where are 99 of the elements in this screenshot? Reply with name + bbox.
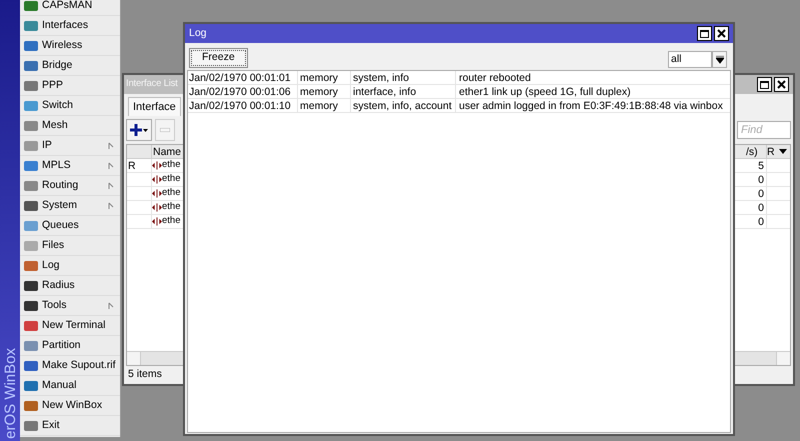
plus-icon bbox=[130, 124, 148, 136]
menu-icon bbox=[23, 138, 39, 152]
menu-item[interactable]: New WinBox bbox=[20, 396, 120, 416]
menu-item[interactable]: Log bbox=[20, 256, 120, 276]
message-cell-text: ether1 link up (speed 1G, full duplex) bbox=[458, 85, 632, 98]
menu-icon bbox=[23, 178, 39, 192]
name-cell-text: ethe bbox=[162, 214, 180, 228]
ethernet-icon bbox=[152, 217, 162, 226]
submenu-arrow-icon bbox=[108, 142, 114, 150]
menu-item[interactable]: Manual bbox=[20, 376, 120, 396]
menu-item[interactable]: Partition bbox=[20, 336, 120, 356]
maximize-button[interactable] bbox=[757, 77, 772, 92]
close-button[interactable] bbox=[774, 77, 789, 92]
scrollbar-left-part[interactable] bbox=[127, 352, 183, 365]
menu-item[interactable]: PPP bbox=[20, 76, 120, 96]
menu-icon bbox=[23, 318, 39, 332]
caret-icon bbox=[779, 149, 787, 154]
ethernet-icon bbox=[152, 189, 162, 198]
menu-item[interactable]: Tools bbox=[20, 296, 120, 316]
ethernet-icon bbox=[152, 203, 162, 212]
menu-icon bbox=[23, 58, 39, 72]
close-icon bbox=[717, 29, 726, 38]
name-cell-text: ethe bbox=[162, 158, 180, 172]
menu-item[interactable]: Queues bbox=[20, 216, 120, 236]
menu-icon bbox=[23, 78, 39, 92]
ethernet-icon bbox=[152, 175, 162, 184]
menu-icon bbox=[23, 38, 39, 52]
find-field[interactable]: Find bbox=[737, 121, 791, 139]
flag-cell: R bbox=[127, 159, 152, 172]
menu-icon bbox=[23, 298, 39, 312]
buffer-cell: memory bbox=[298, 71, 351, 84]
freeze-button[interactable]: Freeze bbox=[189, 48, 248, 68]
status-text: 5 items bbox=[127, 367, 163, 382]
topics-cell: interface, info bbox=[351, 85, 456, 98]
menu-item[interactable]: Make Supout.rif bbox=[20, 356, 120, 376]
menu-item[interactable]: Switch bbox=[20, 96, 120, 116]
menu-icon bbox=[23, 398, 39, 412]
menu-item[interactable]: MPLS bbox=[20, 156, 120, 176]
tab[interactable]: Interface bbox=[128, 97, 181, 116]
menu-item[interactable]: Wireless bbox=[20, 36, 120, 56]
message-cell-text: user admin logged in from E0:3F:49:1B:88:48 via winbox bbox=[458, 99, 724, 112]
minus-icon bbox=[160, 128, 170, 132]
menu-item[interactable]: Interfaces bbox=[20, 16, 120, 36]
menu-icon bbox=[23, 118, 39, 132]
value-cell-text: 0 bbox=[757, 173, 765, 186]
submenu-arrow-icon bbox=[108, 302, 114, 310]
maximize-button[interactable] bbox=[697, 26, 712, 41]
menu-icon bbox=[23, 218, 39, 232]
menu-item[interactable]: Radius bbox=[20, 276, 120, 296]
menu-item[interactable]: New Terminal bbox=[20, 316, 120, 336]
column-header[interactable]: R bbox=[766, 145, 776, 158]
add-button[interactable] bbox=[126, 119, 152, 141]
menu-icon bbox=[23, 0, 39, 12]
menu-item[interactable]: Files bbox=[20, 236, 120, 256]
menu-icon bbox=[23, 378, 39, 392]
menu-item[interactable]: Exit bbox=[20, 416, 120, 436]
topics-cell: system, info, account bbox=[351, 99, 456, 112]
menu-item[interactable]: Routing bbox=[20, 176, 120, 196]
menu-icon bbox=[23, 98, 39, 112]
close-button[interactable] bbox=[714, 26, 729, 41]
ethernet-icon bbox=[152, 161, 162, 170]
value-cell-text: 0 bbox=[757, 215, 765, 228]
scrollbar-right-part[interactable] bbox=[732, 352, 790, 365]
window-title: Log bbox=[189, 26, 207, 41]
menu-item[interactable]: IP bbox=[20, 136, 120, 156]
value-cell-text: 0 bbox=[757, 201, 765, 214]
value-cell-text: 0 bbox=[757, 187, 765, 200]
buffer-cell: memory bbox=[298, 99, 351, 112]
menu-icon bbox=[23, 238, 39, 252]
close-icon bbox=[777, 80, 786, 89]
buffer-cell: memory bbox=[298, 85, 351, 98]
menu-item[interactable]: Bridge bbox=[20, 56, 120, 76]
menu-item[interactable]: System bbox=[20, 196, 120, 216]
menu-icon bbox=[23, 258, 39, 272]
menu-item[interactable]: Mesh bbox=[20, 116, 120, 136]
time-cell: Jan/02/1970 00:01:10 bbox=[188, 99, 298, 112]
menu-icon bbox=[23, 358, 39, 372]
column-header[interactable]: /s) bbox=[746, 145, 766, 158]
name-cell-text: ethe bbox=[162, 172, 180, 186]
menu-icon bbox=[23, 18, 39, 32]
column-header[interactable]: Name bbox=[152, 145, 181, 158]
menu-icon bbox=[23, 418, 39, 432]
menu-icon bbox=[23, 338, 39, 352]
value-cell-text: 5 bbox=[757, 159, 765, 172]
message-cell-text: router rebooted bbox=[458, 71, 532, 84]
topics-cell: system, info bbox=[351, 71, 456, 84]
name-cell-text: ethe bbox=[162, 186, 180, 200]
menu-icon bbox=[23, 158, 39, 172]
menu-icon bbox=[23, 198, 39, 212]
submenu-arrow-icon bbox=[108, 202, 114, 210]
brand-text: erOS WinBox bbox=[2, 348, 18, 439]
time-cell: Jan/02/1970 00:01:06 bbox=[188, 85, 298, 98]
menu-item[interactable]: CAPsMAN bbox=[20, 0, 120, 16]
time-cell: Jan/02/1970 00:01:01 bbox=[188, 71, 298, 84]
dropdown-arrow-icon bbox=[716, 56, 724, 64]
submenu-arrow-icon bbox=[108, 182, 114, 190]
menu-icon bbox=[23, 278, 39, 292]
name-cell-text: ethe bbox=[162, 200, 180, 214]
submenu-arrow-icon bbox=[108, 162, 114, 170]
